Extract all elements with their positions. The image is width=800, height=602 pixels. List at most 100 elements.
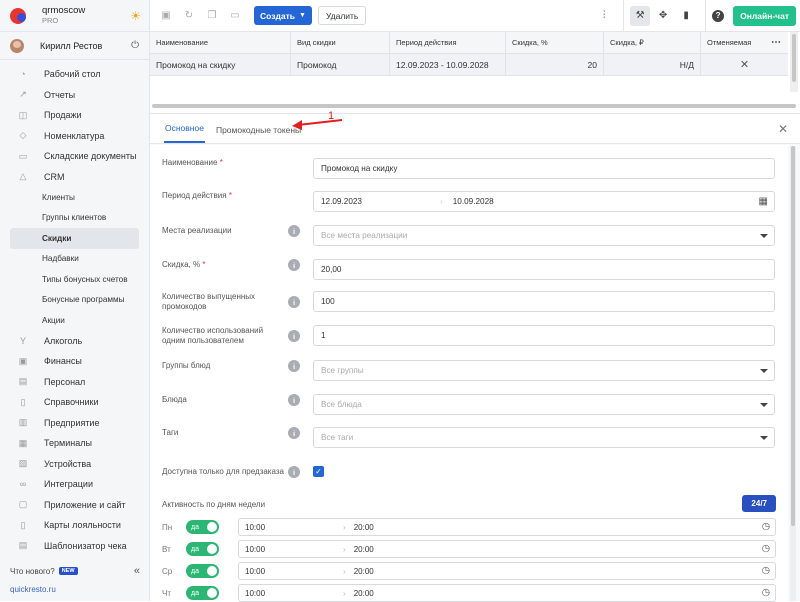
- brand[interactable]: qrmoscow PRO ☀: [0, 0, 149, 32]
- copy-icon[interactable]: ❐: [205, 9, 219, 23]
- column-header[interactable]: Скидка, %: [506, 32, 604, 53]
- sidebar-item[interactable]: ▤ Шаблонизатор чека: [0, 536, 149, 557]
- issued-input[interactable]: 100: [313, 291, 775, 312]
- clock-icon[interactable]: ◷: [762, 587, 770, 598]
- time-to[interactable]: 20:00: [354, 567, 374, 576]
- time-from[interactable]: 10:00: [245, 545, 265, 554]
- site-link[interactable]: quickresto.ru: [10, 585, 56, 594]
- tools-icon[interactable]: ⚒: [630, 5, 651, 26]
- sidebar-item[interactable]: ◔ Рабочий стол: [0, 64, 149, 85]
- preorder-checkbox[interactable]: ✓: [313, 466, 324, 477]
- sidebar-subitem[interactable]: Бонусные программы: [0, 290, 149, 311]
- sidebar-item[interactable]: ▥ Предприятие: [0, 413, 149, 434]
- sidebar-item[interactable]: ▯ Карты лояльности: [0, 515, 149, 536]
- sidebar-item[interactable]: ▭ Складские документы: [0, 146, 149, 167]
- time-from[interactable]: 10:00: [245, 589, 265, 598]
- column-header[interactable]: Наименование: [150, 32, 291, 53]
- time-range-input[interactable]: 10:00 › 20:00 ◷: [238, 518, 776, 536]
- sidebar-item[interactable]: ◇ Номенклатура: [0, 126, 149, 147]
- time-range-input[interactable]: 10:00 › 20:00 ◷: [238, 540, 776, 558]
- sidebar-item[interactable]: ▦ Терминалы: [0, 433, 149, 454]
- form-scrollbar[interactable]: [791, 146, 795, 526]
- sidebar-item[interactable]: Y Алкоголь: [0, 331, 149, 352]
- day-toggle[interactable]: да: [186, 564, 219, 578]
- info-icon[interactable]: i: [288, 330, 300, 342]
- clock-icon[interactable]: ◷: [762, 543, 770, 554]
- more-icon[interactable]: ⋯: [771, 37, 782, 48]
- clock-icon[interactable]: ◷: [762, 521, 770, 532]
- sidebar-item[interactable]: ▨ Устройства: [0, 454, 149, 475]
- whats-new[interactable]: Что нового? NEW «: [10, 565, 140, 577]
- refresh-icon[interactable]: ↻: [182, 9, 196, 23]
- info-icon[interactable]: i: [288, 466, 300, 478]
- tab-main[interactable]: Основное: [164, 123, 205, 143]
- discount-input[interactable]: 20,00: [313, 259, 775, 280]
- clock-icon[interactable]: ◷: [762, 565, 770, 576]
- export-icon[interactable]: ▭: [228, 9, 242, 23]
- info-icon[interactable]: i: [288, 394, 300, 406]
- table-scrollbar[interactable]: [792, 34, 796, 82]
- time-to[interactable]: 20:00: [354, 589, 374, 598]
- sidebar-item[interactable]: ▯ Справочники: [0, 392, 149, 413]
- calendar-icon[interactable]: ▦: [759, 196, 768, 207]
- tab-promo-tokens[interactable]: Промокодные токены: [215, 125, 302, 143]
- sidebar-subitem[interactable]: Клиенты: [0, 187, 149, 208]
- sidebar-item[interactable]: ▤ Персонал: [0, 372, 149, 393]
- theme-sun-icon[interactable]: ☀: [130, 9, 141, 23]
- time-range-input[interactable]: 10:00 › 20:00 ◷: [238, 584, 776, 602]
- sidebar-item[interactable]: ▢ Приложение и сайт: [0, 495, 149, 516]
- close-icon[interactable]: ✕: [778, 122, 788, 136]
- trash-icon[interactable]: ▮: [676, 6, 696, 26]
- time-from[interactable]: 10:00: [245, 567, 265, 576]
- uses-input[interactable]: 1: [313, 325, 775, 346]
- sidebar-item[interactable]: ◫ Продажи: [0, 105, 149, 126]
- time-range-input[interactable]: 10:00 › 20:00 ◷: [238, 562, 776, 580]
- time-to[interactable]: 20:00: [354, 523, 374, 532]
- table-row[interactable]: Промокод на скидку Промокод 12.09.2023 -…: [150, 54, 788, 76]
- column-header[interactable]: Период действия: [390, 32, 506, 53]
- tags-select[interactable]: Все таги: [313, 427, 775, 448]
- sidebar-item[interactable]: ▣ Финансы: [0, 351, 149, 372]
- time-to[interactable]: 20:00: [354, 545, 374, 554]
- period-input[interactable]: 12.09.2023 › 10.09.2028 ▦: [313, 191, 775, 212]
- info-icon[interactable]: i: [288, 296, 300, 308]
- filters-icon[interactable]: ⫶: [594, 6, 614, 26]
- user-name[interactable]: Кирилл Рестов: [40, 41, 131, 51]
- name-input[interactable]: Промокод на скидку: [313, 158, 775, 179]
- online-chat-button[interactable]: Онлайн-чат: [733, 5, 796, 26]
- places-select[interactable]: Все места реализации: [313, 225, 775, 246]
- power-icon[interactable]: ⏻: [131, 40, 139, 51]
- column-header[interactable]: Вид скидки: [291, 32, 390, 53]
- info-icon[interactable]: i: [288, 225, 300, 237]
- avatar[interactable]: [10, 38, 24, 53]
- always-on-button[interactable]: 24/7: [742, 495, 776, 512]
- info-icon[interactable]: i: [288, 259, 300, 271]
- day-toggle[interactable]: да: [186, 542, 219, 556]
- sidebar-subitem[interactable]: Группы клиентов: [0, 208, 149, 229]
- sidebar-item[interactable]: ↗ Отчеты: [0, 85, 149, 106]
- dish-groups-select[interactable]: Все группы: [313, 360, 775, 381]
- table-horizontal-scrollbar[interactable]: [152, 104, 796, 108]
- column-header[interactable]: Отменяемая ⋯: [701, 32, 788, 53]
- period-to[interactable]: 10.09.2028: [453, 197, 494, 206]
- info-icon[interactable]: i: [288, 360, 300, 372]
- dishes-select[interactable]: Все блюда: [313, 394, 775, 415]
- move-icon[interactable]: ✥: [653, 6, 673, 26]
- sidebar-subitem[interactable]: Типы бонусных счетов: [0, 269, 149, 290]
- sidebar-subitem[interactable]: Акции: [0, 310, 149, 331]
- day-toggle[interactable]: да: [186, 520, 219, 534]
- info-icon[interactable]: i: [288, 427, 300, 439]
- sidebar-subitem[interactable]: Надбавки: [0, 249, 149, 270]
- sidebar-item-crm[interactable]: △ CRM: [0, 167, 149, 188]
- day-toggle[interactable]: да: [186, 586, 219, 600]
- save-icon[interactable]: ▣: [159, 9, 173, 23]
- sidebar-subitem-active[interactable]: Скидки: [10, 228, 139, 249]
- time-from[interactable]: 10:00: [245, 523, 265, 532]
- sidebar-item[interactable]: ∞ Интеграции: [0, 474, 149, 495]
- column-header[interactable]: Скидка, ₽: [604, 32, 701, 53]
- create-button[interactable]: Создать ▼: [254, 6, 312, 25]
- delete-button[interactable]: Удалить: [317, 6, 367, 25]
- period-from[interactable]: 12.09.2023: [321, 197, 362, 206]
- help-icon[interactable]: ?: [712, 9, 725, 22]
- collapse-sidebar-icon[interactable]: «: [134, 565, 140, 577]
